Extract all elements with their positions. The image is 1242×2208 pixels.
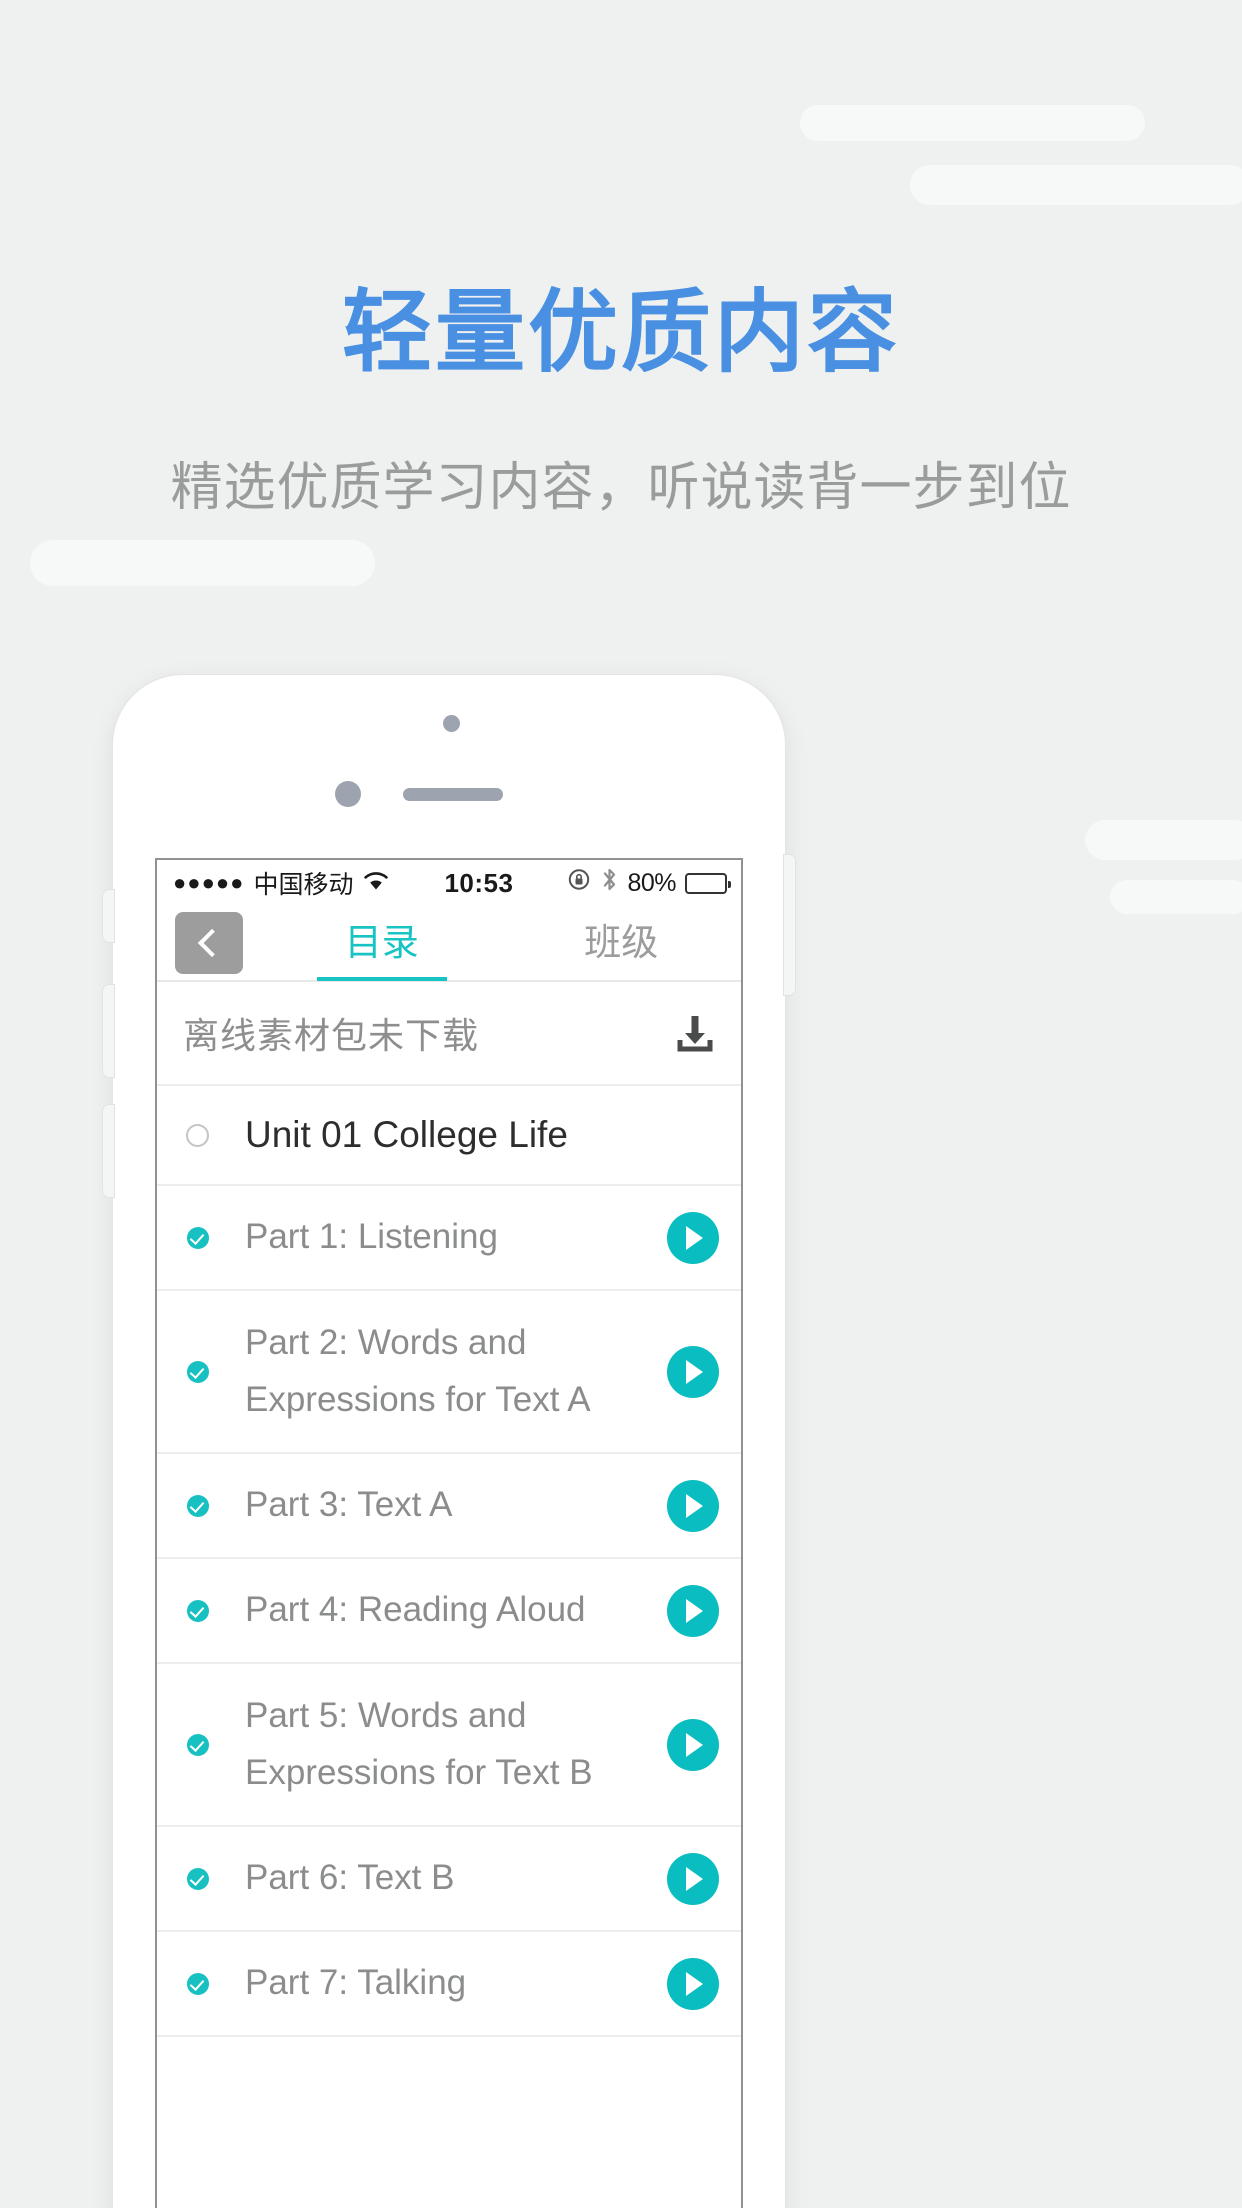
play-icon[interactable] (667, 1852, 719, 1905)
promo-headline: 轻量优质内容 (342, 283, 900, 383)
phone-screen: ●●●●● 中国移动 10:53 80% 目录 班级 离线素材包未下载 Unit… (157, 860, 741, 2208)
bluetooth-icon (601, 867, 618, 899)
table-row[interactable]: Part 1: Listening (157, 1186, 741, 1291)
back-chevron-icon (197, 928, 227, 958)
tab-class[interactable]: 班级 (502, 905, 742, 981)
part-list: Part 1: Listening Part 2: Words and Expr… (157, 1186, 741, 2037)
part-label: Part 6: Text B (245, 1858, 455, 1898)
status-bar-right: 80% (567, 867, 731, 899)
part-label: Part 1: Listening (245, 1217, 498, 1257)
power-button (784, 855, 795, 995)
check-icon (187, 1972, 209, 1995)
play-icon[interactable] (667, 1584, 719, 1637)
proximity-sensor (443, 715, 460, 732)
decor-blob (30, 540, 375, 586)
wifi-icon (362, 869, 390, 898)
check-icon (187, 1867, 209, 1890)
status-bar: ●●●●● 中国移动 10:53 80% (157, 860, 741, 906)
table-row[interactable]: Part 6: Text B (157, 1827, 741, 1932)
circle-outline-icon (186, 1123, 209, 1147)
play-icon[interactable] (667, 1718, 719, 1771)
part-label: Part 4: Reading Aloud (245, 1590, 586, 1630)
decor-blob (1110, 880, 1242, 914)
part-label: Part 2: Words and Expressions for Text A (245, 1322, 591, 1419)
rotation-lock-icon (567, 867, 592, 899)
promo-page: 轻量优质内容 精选优质学习内容，听说读背一步到位 ●●●●● 中国移动 10:5… (0, 0, 1242, 2208)
table-row[interactable]: Part 5: Words and Expressions for Text B (157, 1664, 741, 1827)
tab-catalog[interactable]: 目录 (262, 905, 502, 981)
check-icon (187, 1360, 209, 1383)
navigation-bar: 目录 班级 (157, 906, 741, 982)
decor-blob (910, 165, 1242, 205)
offline-pack-row[interactable]: 离线素材包未下载 (157, 982, 741, 1086)
volume-down-button (103, 1105, 114, 1197)
promo-subheadline: 精选优质学习内容，听说读背一步到位 (170, 459, 1072, 517)
unit-header-row[interactable]: Unit 01 College Life (157, 1086, 741, 1186)
table-row[interactable]: Part 7: Talking (157, 1932, 741, 2037)
table-row[interactable]: Part 3: Text A (157, 1454, 741, 1559)
tab-bar: 目录 班级 (157, 905, 741, 981)
table-row[interactable]: Part 2: Words and Expressions for Text A (157, 1291, 741, 1454)
unit-title: Unit 01 College Life (245, 1114, 568, 1155)
status-bar-time: 10:53 (444, 867, 514, 898)
part-label: Part 7: Talking (245, 1963, 467, 2003)
earpiece-speaker (403, 788, 503, 801)
table-row[interactable]: Part 4: Reading Aloud (157, 1559, 741, 1664)
download-icon[interactable] (673, 1011, 717, 1055)
check-icon (187, 1226, 209, 1249)
back-button[interactable] (175, 912, 243, 974)
battery-icon (685, 872, 731, 894)
phone-mockup: ●●●●● 中国移动 10:53 80% 目录 班级 离线素材包未下载 Unit… (103, 675, 795, 2208)
offline-pack-label: 离线素材包未下载 (183, 1015, 480, 1056)
play-icon[interactable] (667, 1345, 719, 1398)
check-icon (187, 1494, 209, 1517)
check-icon (187, 1733, 209, 1756)
decor-blob (800, 105, 1145, 141)
volume-up-button (103, 985, 114, 1077)
front-camera (335, 781, 361, 807)
play-icon[interactable] (667, 1211, 719, 1264)
part-label: Part 3: Text A (245, 1485, 453, 1525)
signal-dots-icon: ●●●●● (173, 870, 245, 895)
check-icon (187, 1599, 209, 1622)
status-bar-left: ●●●●● 中国移动 (173, 865, 390, 901)
play-icon[interactable] (667, 1479, 719, 1532)
play-icon[interactable] (667, 1957, 719, 2010)
decor-blob (1085, 820, 1242, 860)
silent-switch (103, 890, 114, 942)
battery-percent-label: 80% (627, 868, 676, 897)
part-label: Part 5: Words and Expressions for Text B (245, 1695, 593, 1792)
carrier-label: 中国移动 (253, 871, 354, 899)
